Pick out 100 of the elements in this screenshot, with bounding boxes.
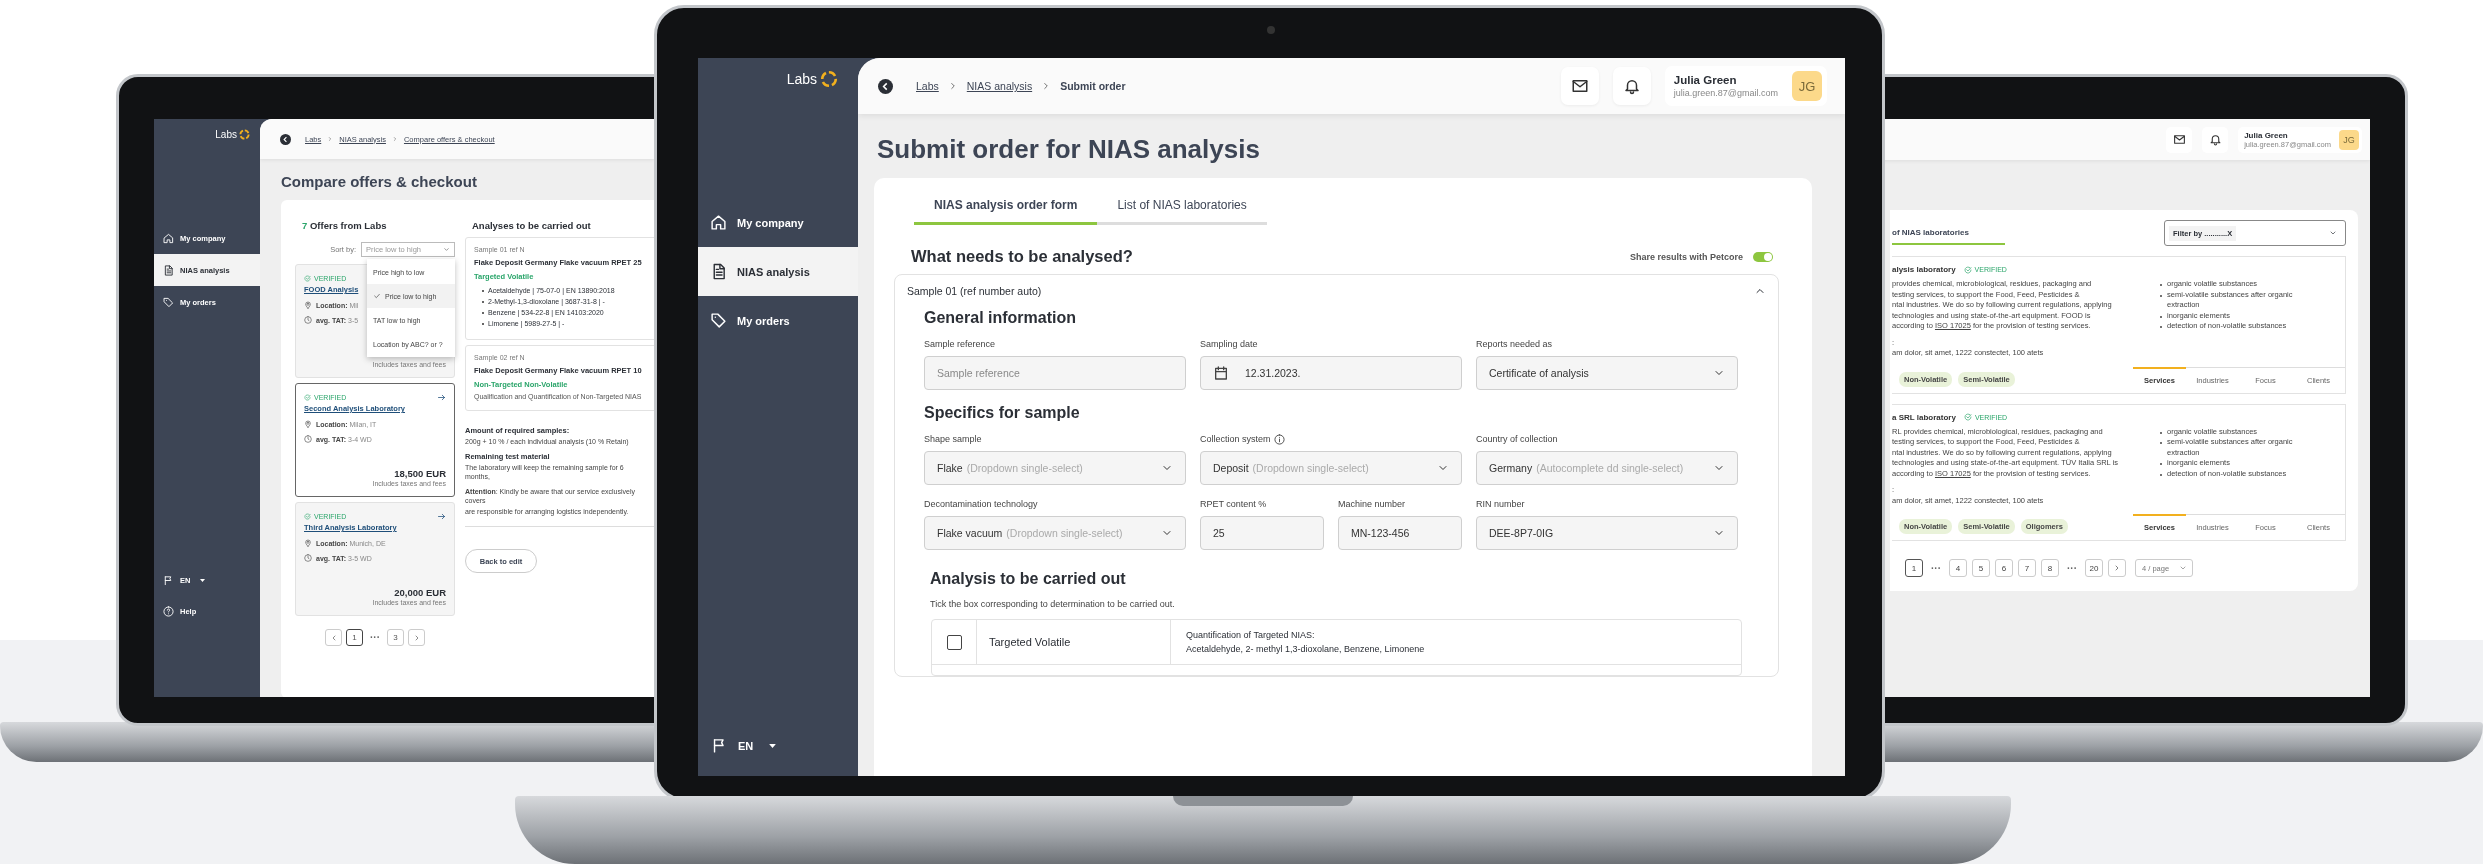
verified-icon [304, 275, 311, 282]
text-field[interactable]: Sample reference [924, 356, 1186, 390]
sidebar-item[interactable]: My orders [698, 296, 858, 345]
checkbox[interactable] [946, 634, 962, 650]
calendar-icon [1213, 365, 1229, 381]
user-email: julia.green.87@gmail.com [1673, 88, 1778, 98]
date-field[interactable]: 12.31.2023. [1200, 356, 1462, 390]
chevron-icon [2113, 564, 2121, 572]
lab-name: alysis laboratory [1892, 265, 1956, 274]
verified-icon [304, 394, 311, 401]
page-button[interactable]: 1 [346, 629, 363, 646]
sidebar-item[interactable]: My company [698, 198, 858, 247]
section-title: What needs to be analysed? [911, 247, 1133, 266]
toggle-label: Share results with Petcore [1629, 251, 1743, 262]
tag-icon [163, 296, 174, 308]
chevron-icon [391, 136, 398, 142]
page-button[interactable]: 5 [1972, 559, 1990, 577]
text-field[interactable]: MN-123-456 [1338, 516, 1462, 550]
group-title: General information [924, 309, 1078, 327]
sidebar-item[interactable]: NIAS analysis [698, 247, 858, 296]
tab[interactable]: List of NIAS laboratories [1097, 198, 1267, 225]
location-pin-icon [304, 539, 312, 547]
field-label: Country of collection [1476, 434, 1558, 444]
notifications-button[interactable] [2202, 126, 2229, 153]
avatar: JG [2339, 129, 2359, 150]
location-pin-icon [304, 301, 312, 309]
logo-icon [820, 70, 838, 88]
caret-icon [769, 743, 777, 748]
breadcrumb-link[interactable]: Labs [916, 80, 939, 92]
toggle-switch[interactable] [1753, 251, 1773, 262]
notifications-button[interactable] [1612, 67, 1651, 105]
document-icon [163, 264, 174, 276]
mail-button[interactable] [2166, 126, 2193, 153]
help-icon [163, 606, 174, 617]
back-icon[interactable] [878, 78, 893, 94]
page-button[interactable]: 7 [2018, 559, 2036, 577]
language-selector[interactable]: EN [698, 737, 858, 754]
tab[interactable]: of NIAS laboratories [1892, 221, 2005, 245]
chevron-icon [443, 246, 450, 253]
logo-icon [239, 129, 250, 140]
verified-icon [1963, 413, 1972, 421]
user-card[interactable]: Julia Green julia.green.87@gmail.com JG [1664, 66, 1827, 106]
logo-text: Labs [215, 129, 237, 140]
tab[interactable]: NIAS analysis order form [914, 198, 1098, 225]
bell-icon [1622, 77, 1641, 95]
dropdown-field[interactable]: Deposit (Dropdown single-select) [1200, 451, 1462, 485]
arrow-right-icon[interactable] [437, 512, 446, 521]
mail-icon [2172, 133, 2186, 146]
page-button[interactable]: 1 [1905, 559, 1923, 577]
user-name: Julia Green [1673, 74, 1738, 86]
group-title: Specifics for sample [924, 404, 1081, 422]
dropdown-field[interactable]: Certificate of analysis [1476, 356, 1738, 390]
page-title: Compare offers & checkout [280, 172, 478, 192]
clock-icon [304, 316, 312, 324]
verified-icon [304, 513, 311, 520]
back-icon[interactable] [280, 133, 291, 145]
breadcrumb-link[interactable]: NIAS analysis [966, 80, 1033, 92]
ellipsis: ··· [2066, 562, 2078, 574]
check-icon [373, 292, 381, 300]
field-label: RIN number [1476, 499, 1525, 509]
mail-icon [1570, 77, 1589, 95]
text-field[interactable]: 25 [1200, 516, 1324, 550]
price: 20,000 EUR [394, 587, 446, 598]
page-button[interactable]: 3 [387, 629, 404, 646]
field-label: Machine number [1338, 499, 1406, 509]
chevron-icon [2329, 229, 2337, 237]
table-cell: Targeted Volatile [989, 636, 1071, 648]
group-title: Analysis to be carried out [929, 570, 1127, 588]
logo-text: Labs [786, 71, 817, 87]
hint-text: Tick the box corresponding to determination to be carried out. [929, 599, 1176, 609]
dropdown-field[interactable]: DEE-8P7-0IG [1476, 516, 1738, 550]
tag-icon [710, 312, 727, 329]
mail-button[interactable] [1560, 67, 1599, 105]
chevron-icon [2179, 564, 2188, 572]
caret-icon [200, 579, 206, 582]
user-name: Julia Green [2244, 130, 2289, 140]
analyses-heading: Analyses to be carried out [472, 220, 592, 231]
clock-icon [304, 435, 312, 443]
dropdown-field[interactable]: Germany (Autocomplete dd single-select) [1476, 451, 1738, 485]
page-button[interactable]: 20 [2085, 559, 2103, 577]
page-button[interactable]: 6 [1995, 559, 2013, 577]
info-icon[interactable] [1273, 433, 1285, 445]
page-button[interactable]: 8 [2041, 559, 2059, 577]
dropdown-field[interactable]: Flake (Dropdown single-select) [924, 451, 1186, 485]
location-pin-icon [304, 420, 312, 428]
page-button[interactable]: 4 [1949, 559, 1967, 577]
chevron-icon [327, 136, 334, 142]
lab-name: a SRL laboratory [1892, 412, 1956, 422]
home-icon [710, 214, 727, 231]
table-cell-text: Quantification of Targeted NIAS: Acetaldehyde, 2- methyl 1,3-dioxolane, Benzene, Limonene [1186, 629, 1425, 656]
accordion-title[interactable]: Sample 01 (ref number auto) [907, 285, 1042, 297]
page-title: Submit order for NIAS analysis [876, 133, 1261, 166]
ellipsis: ··· [1930, 562, 1942, 574]
verified-icon [1963, 265, 1972, 274]
arrow-right-icon[interactable] [437, 393, 446, 402]
price: 18,500 EUR [394, 468, 446, 479]
field-label: Sample reference [924, 339, 996, 349]
bell-icon [2208, 133, 2222, 146]
flag-icon [163, 575, 174, 586]
dropdown-field[interactable]: Flake vacuum (Dropdown single-select) [924, 516, 1186, 550]
